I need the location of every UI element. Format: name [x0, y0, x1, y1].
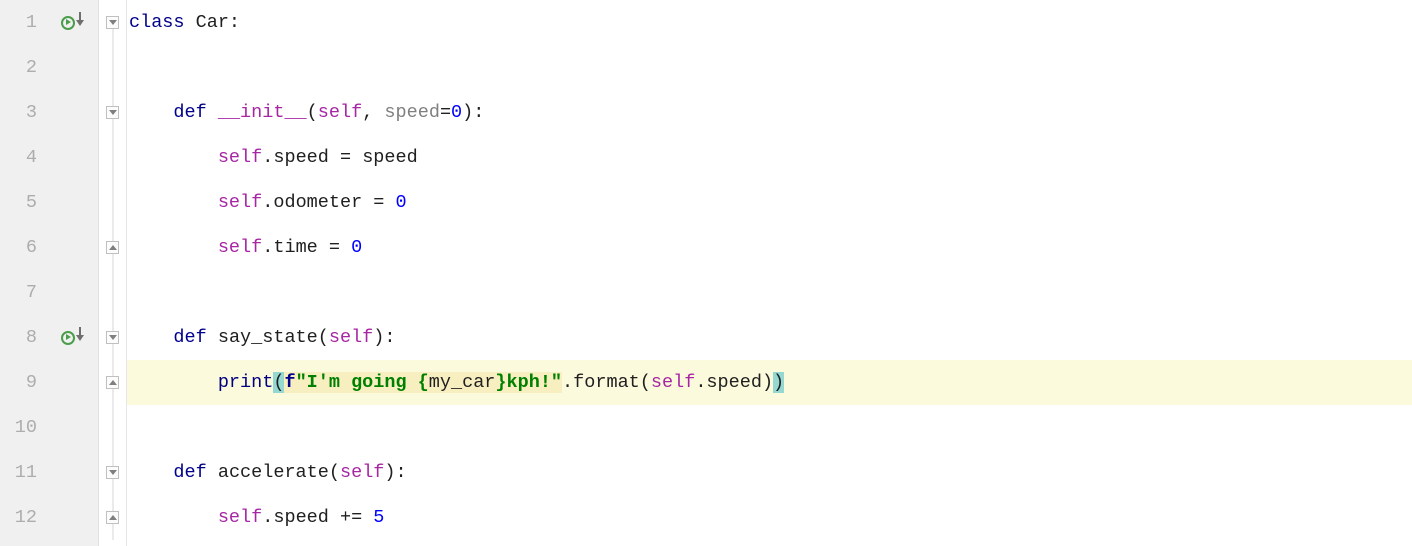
fold-toggle-icon[interactable] — [106, 106, 119, 119]
fold-toggle-icon[interactable] — [106, 376, 119, 389]
gutter-row[interactable]: 5 — [0, 180, 98, 225]
matched-paren: ) — [773, 372, 784, 393]
run-gutter-icon[interactable] — [61, 16, 84, 30]
code-line[interactable]: self.speed += 5 — [127, 495, 1412, 540]
code-line[interactable]: self.speed = speed — [127, 135, 1412, 180]
run-gutter-icon[interactable] — [61, 331, 84, 345]
gutter: 1 2 3 4 5 6 7 8 9 10 11 12 — [0, 0, 99, 546]
line-number: 1 — [0, 12, 40, 33]
gutter-row[interactable]: 1 — [0, 0, 98, 45]
line-number: 8 — [0, 327, 40, 348]
code-line[interactable]: self.odometer = 0 — [127, 180, 1412, 225]
fold-toggle-icon[interactable] — [106, 511, 119, 524]
gutter-row[interactable]: 10 — [0, 405, 98, 450]
code-line[interactable] — [127, 405, 1412, 450]
code-line[interactable] — [127, 45, 1412, 90]
code-line[interactable]: def say_state(self): — [127, 315, 1412, 360]
fold-toggle-icon[interactable] — [106, 466, 119, 479]
code-line[interactable]: self.time = 0 — [127, 225, 1412, 270]
line-number: 5 — [0, 192, 40, 213]
fold-column — [99, 0, 127, 546]
line-number: 7 — [0, 282, 40, 303]
code-line-current[interactable]: print(f"I'm going {my_car}kph!".format(s… — [127, 360, 1412, 405]
fold-toggle-icon[interactable] — [106, 16, 119, 29]
gutter-row[interactable]: 4 — [0, 135, 98, 180]
code-line[interactable]: def accelerate(self): — [127, 450, 1412, 495]
gutter-row[interactable]: 7 — [0, 270, 98, 315]
line-number: 6 — [0, 237, 40, 258]
gutter-row[interactable]: 6 — [0, 225, 98, 270]
line-number: 12 — [0, 507, 40, 528]
gutter-row[interactable]: 3 — [0, 90, 98, 135]
code-line[interactable]: def __init__(self, speed=0): — [127, 90, 1412, 135]
line-number: 9 — [0, 372, 40, 393]
matched-paren: ( — [273, 372, 284, 393]
gutter-row[interactable]: 11 — [0, 450, 98, 495]
code-line[interactable]: class Car: — [127, 0, 1412, 45]
line-number: 3 — [0, 102, 40, 123]
code-line[interactable] — [127, 270, 1412, 315]
line-number: 2 — [0, 57, 40, 78]
editor-area[interactable]: class Car: def __init__(self, speed=0): … — [127, 0, 1412, 546]
line-number: 4 — [0, 147, 40, 168]
gutter-row[interactable]: 8 — [0, 315, 98, 360]
line-number: 11 — [0, 462, 40, 483]
gutter-row[interactable]: 9 — [0, 360, 98, 405]
gutter-row[interactable]: 2 — [0, 45, 98, 90]
gutter-row[interactable]: 12 — [0, 495, 98, 540]
fold-toggle-icon[interactable] — [106, 241, 119, 254]
fold-toggle-icon[interactable] — [106, 331, 119, 344]
line-number: 10 — [0, 417, 40, 438]
